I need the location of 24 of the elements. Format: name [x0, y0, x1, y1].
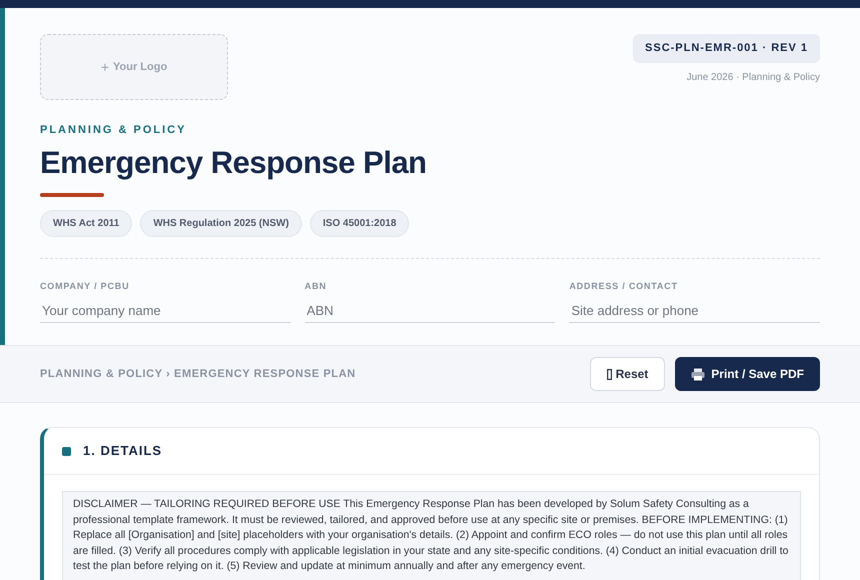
tag-chip: WHS Act 2011 [40, 210, 132, 236]
tag-chip: ISO 45001:2018 [310, 210, 410, 236]
tag-chip: WHS Regulation 2025 (NSW) [140, 210, 302, 236]
breadcrumb: PLANNING & POLICY › EMERGENCY RESPONSE PLAN [40, 366, 356, 382]
document-code: SSC-PLN-EMR-001 · REV 1 [633, 34, 820, 62]
category-label: PLANNING & POLICY [40, 123, 188, 138]
square-icon [62, 446, 71, 456]
text-area[interactable]: DISCLAIMER — TAILORING REQUIRED BEFORE USE This Emergency Response Plan has been developed by Solum Safety Consulting as a professional template framework. It must be reviewed, tailored, and approved before use at any specific site or premises. BEFORE IMPLEMENTING: (1) Replace all [Organisation] and [site] placeholders with your organisation's details. (2) Appoint and confirm ECO roles — do not use this plan until all roles are filled. (3) Verify all procedures comply with applicable legislation in your state and any site-specific conditions. (4) Conduct an initial evacuation drill to test the plan before relying on it. (5) Review and update at minimum annually and after any emergency event. [62, 491, 801, 580]
logo-label: Your Logo [113, 60, 168, 75]
reset-button[interactable]: Reset [590, 357, 666, 391]
printer-icon [691, 368, 706, 380]
page-title: Emergency Response Plan [40, 144, 428, 182]
input-field[interactable]: Site address or phone [569, 299, 820, 323]
box-icon [606, 368, 612, 380]
field-label: COMPANY / PCBU [40, 280, 130, 292]
input-field[interactable]: ABN [304, 299, 556, 323]
plus-icon: + [100, 56, 109, 78]
print-button[interactable]: Print / Save PDF [675, 357, 820, 391]
section-title: 1. DETAILS [83, 442, 162, 460]
document-meta: June 2026 · Planning & Policy [686, 70, 820, 84]
title-underline [40, 192, 104, 196]
input-field[interactable]: Your company name [40, 299, 291, 323]
field-label: ABN [304, 280, 328, 292]
field-label: ADDRESS / CONTACT [569, 280, 679, 292]
